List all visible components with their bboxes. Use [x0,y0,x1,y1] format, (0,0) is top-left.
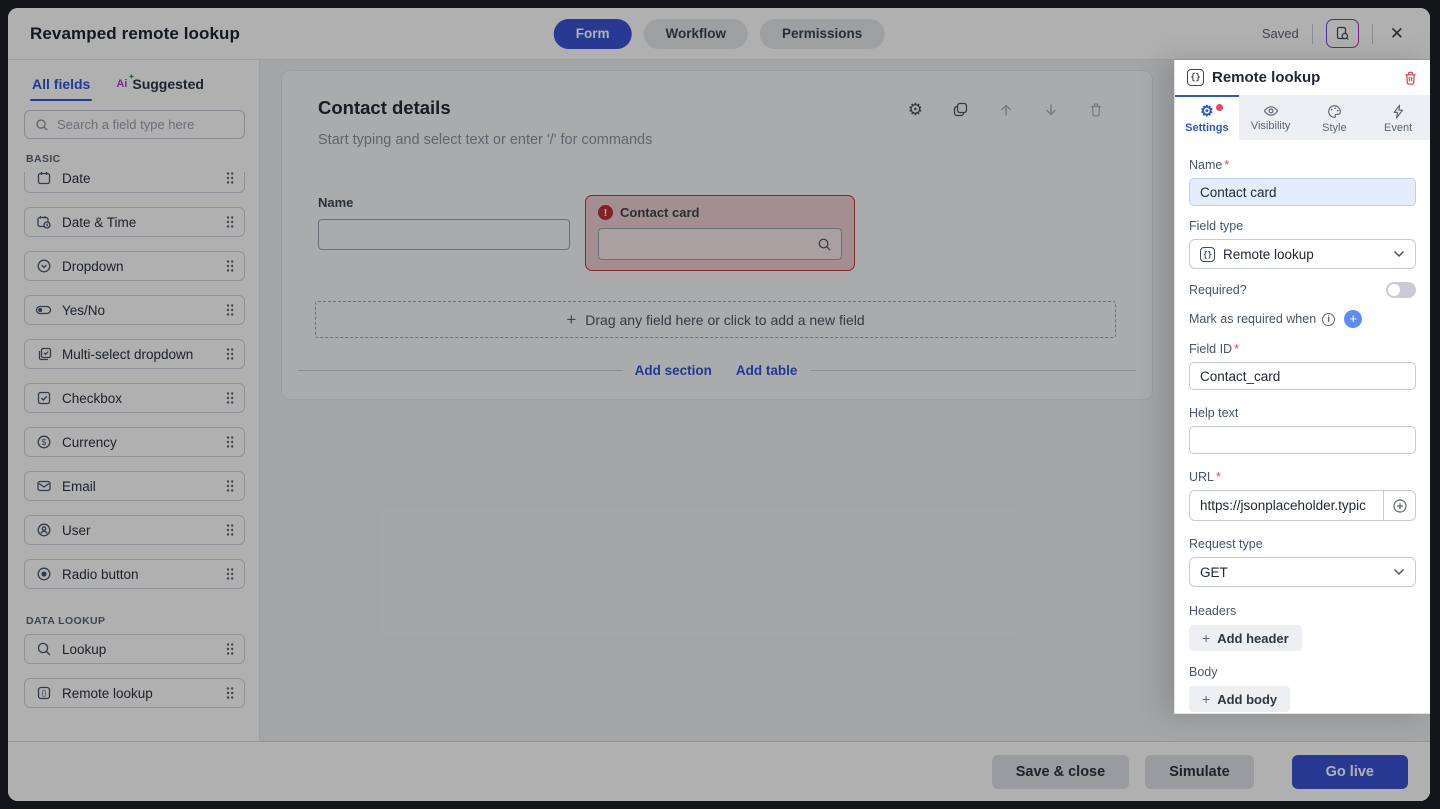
body-label: Body [1189,665,1218,679]
plus-icon: + [1202,630,1211,646]
headers-label: Headers [1189,604,1237,618]
name-input[interactable]: Contact card [1189,178,1416,206]
insert-variable-button[interactable] [1383,490,1416,521]
chevron-down-icon [1393,250,1405,258]
palette-icon [1327,104,1342,119]
panel-tab-style[interactable]: Style [1302,95,1367,140]
gear-icon: ⚙ [1200,102,1214,120]
add-header-button[interactable]: + Add header [1189,625,1302,651]
help-text-input[interactable] [1189,426,1416,454]
required-asterisk: * [1216,470,1221,484]
field-config-panel: {} Remote lookup ⚙ Settings Visibility S… [1174,60,1430,714]
request-type-label: Request type [1189,537,1263,551]
required-asterisk: * [1224,158,1230,172]
trash-icon [1403,70,1418,86]
braces-icon: {} [1187,69,1204,86]
field-id-label: Field ID * [1189,342,1239,356]
required-toggle[interactable] [1386,282,1416,298]
plus-icon: + [1202,691,1211,707]
url-input[interactable]: https://jsonplaceholder.typic [1189,490,1383,521]
required-label: Required? [1189,283,1247,297]
panel-tab-bar: ⚙ Settings Visibility Style Event [1175,95,1430,140]
field-type-label: Field type [1189,219,1244,233]
toggle-knob [1388,284,1400,296]
url-label: URL * [1189,470,1221,484]
chevron-down-icon [1393,568,1405,576]
mark-required-label: Mark as required when [1189,312,1317,326]
panel-tab-visibility[interactable]: Visibility [1238,95,1303,140]
field-id-input[interactable]: Contact_card [1189,362,1416,390]
panel-tab-settings[interactable]: ⚙ Settings [1175,95,1239,140]
request-type-select[interactable]: GET [1189,557,1416,587]
info-icon[interactable]: i [1322,312,1336,326]
braces-icon: {} [1200,246,1215,262]
form-builder-modal: Revamped remote lookup Form Workflow Per… [8,8,1430,801]
plus-circle-icon [1392,498,1408,514]
lightning-icon [1392,104,1405,119]
eye-icon [1263,105,1279,117]
delete-field-button[interactable] [1403,70,1418,86]
add-body-button[interactable]: + Add body [1189,686,1291,712]
name-label: Name * [1189,158,1230,172]
unsaved-changes-dot [1215,104,1223,111]
field-type-select[interactable]: {} Remote lookup [1189,239,1416,269]
required-asterisk: * [1234,342,1239,356]
help-text-label: Help text [1189,406,1239,420]
panel-title: Remote lookup [1212,69,1321,86]
add-required-condition-button[interactable]: + [1344,310,1363,328]
panel-tab-event[interactable]: Event [1366,95,1430,140]
